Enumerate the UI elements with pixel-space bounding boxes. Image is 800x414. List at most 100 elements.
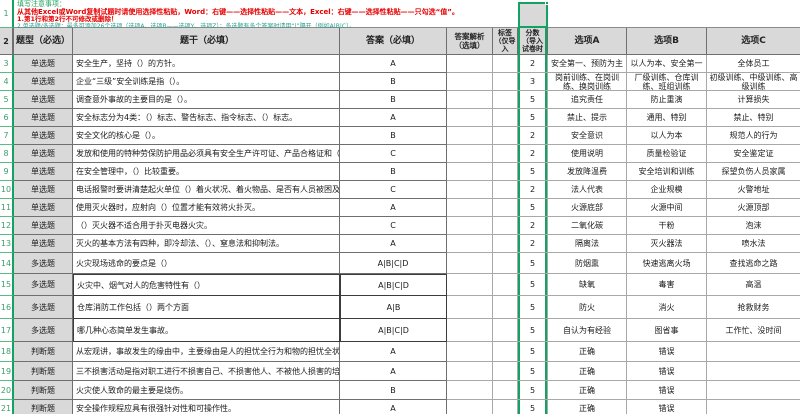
row-number[interactable]: 1 (0, 0, 14, 28)
cell-question-type[interactable]: 多选题 (14, 296, 73, 319)
cell-question-stem[interactable]: 灭火的基本方法有四种，即冷却法、（）、窒息法和抑制法。 (73, 235, 340, 253)
cell-question-stem[interactable]: 安全操作规程应具有很强针对性和可操作性。 (73, 400, 340, 414)
cell-answer[interactable]: A (340, 235, 447, 253)
cell-option-c[interactable]: 安全鉴定证 (707, 145, 800, 163)
cell-answer[interactable]: A|B|C|D (340, 319, 447, 342)
cell-option-b[interactable]: 快速逃离火场 (627, 253, 707, 274)
cell-option-b[interactable]: 消火 (627, 296, 707, 319)
cell-option-b[interactable]: 防止重演 (627, 91, 707, 109)
cell-question-type[interactable]: 多选题 (14, 274, 73, 296)
cell-option-b[interactable]: 厂级训练、仓库训练、班组训练 (627, 73, 707, 91)
cell-answer[interactable]: B (340, 163, 447, 181)
cell-option-c[interactable]: 计算损失 (707, 91, 800, 109)
cell-option-a[interactable]: 法人代表 (548, 181, 627, 199)
cell-option-b[interactable]: 企业规模 (627, 181, 707, 199)
row-number[interactable]: 2 (0, 28, 14, 55)
cell-tag[interactable] (493, 181, 518, 199)
cell-option-a[interactable]: 防烟熏 (548, 253, 627, 274)
cell-answer[interactable]: B (340, 127, 447, 145)
header-option-b[interactable]: 选项B (627, 28, 707, 55)
row-number[interactable]: 21 (0, 400, 14, 414)
cell-question-type[interactable]: 单选题 (14, 235, 73, 253)
header-question-stem[interactable]: 题干（必填） (73, 28, 340, 55)
cell-score-selected[interactable]: 5 (518, 362, 548, 381)
cell-option-b[interactable]: 错误 (627, 400, 707, 414)
header-answer[interactable]: 答案（必填） (340, 28, 447, 55)
cell-answer-analysis[interactable] (447, 274, 493, 296)
cell-answer-analysis[interactable] (447, 362, 493, 381)
cell-score-selected[interactable]: 2 (518, 217, 548, 235)
cell-question-type[interactable]: 多选题 (14, 319, 73, 342)
cell-answer[interactable]: A (340, 342, 447, 362)
cell-tag[interactable] (493, 342, 518, 362)
cell-answer-analysis[interactable] (447, 235, 493, 253)
cell-answer-analysis[interactable] (447, 181, 493, 199)
cell-tag[interactable] (493, 199, 518, 217)
cell-option-c[interactable]: 火警地址 (707, 181, 800, 199)
fill-instructions-cell[interactable]: 填写注意事项： 从其他Excel或Word复制试题时请使用选择性粘贴，Word：… (17, 0, 547, 28)
cell-tag[interactable] (493, 235, 518, 253)
row-number[interactable]: 15 (0, 274, 14, 296)
cell-option-b[interactable]: 错误 (627, 362, 707, 381)
cell-option-c[interactable]: 规范人的行为 (707, 127, 800, 145)
cell-answer-analysis[interactable] (447, 342, 493, 362)
cell-option-c[interactable]: 工作忙、没时间 (707, 319, 800, 342)
cell-option-b[interactable]: 以人为本、安全第一 (627, 55, 707, 73)
cell-option-c[interactable]: 火源顶部 (707, 199, 800, 217)
cell-score-selected[interactable]: 5 (518, 296, 548, 319)
cell-option-a[interactable]: 使用说明 (548, 145, 627, 163)
cell-option-a[interactable]: 自认为有经验 (548, 319, 627, 342)
cell-question-type[interactable]: 单选题 (14, 181, 73, 199)
cell-option-b[interactable]: 以人为本 (627, 127, 707, 145)
cell-option-b[interactable]: 干粉 (627, 217, 707, 235)
cell-tag[interactable] (493, 163, 518, 181)
cell-score-selected[interactable]: 2 (518, 55, 548, 73)
cell-question-type[interactable]: 单选题 (14, 163, 73, 181)
row-number[interactable]: 6 (0, 109, 14, 127)
cell-question-stem[interactable]: 发放和使用的特种劳保防护用品必须具有安全生产许可证、产品合格证和（）。 (73, 145, 340, 163)
cell-tag[interactable] (493, 109, 518, 127)
cell-score-selected[interactable]: 5 (518, 381, 548, 400)
cell-score-selected[interactable]: 5 (518, 91, 548, 109)
cell-option-c[interactable] (707, 342, 800, 362)
row-number[interactable]: 8 (0, 145, 14, 163)
cell-tag[interactable] (493, 217, 518, 235)
cell-option-b[interactable]: 火源中间 (627, 199, 707, 217)
cell-answer[interactable]: B (340, 381, 447, 400)
cell-score-selected[interactable]: 5 (518, 253, 548, 274)
cell-answer[interactable]: A (340, 199, 447, 217)
cell-option-a[interactable]: 缺氧 (548, 274, 627, 296)
cell-answer[interactable]: A|B|C|D (340, 253, 447, 274)
cell-score-selected[interactable]: 5 (518, 274, 548, 296)
cell-option-a[interactable]: 安全意识 (548, 127, 627, 145)
cell-question-stem[interactable]: 火灾中、烟气对人的危害特性有（） (73, 274, 340, 296)
header-score-selected[interactable]: 分数（导入试卷时 (518, 28, 548, 55)
cell-answer[interactable]: C (340, 145, 447, 163)
cell-question-type[interactable]: 多选题 (14, 253, 73, 274)
row-number[interactable]: 16 (0, 296, 14, 319)
cell-tag[interactable] (493, 381, 518, 400)
cell-answer[interactable]: A|B|C|D (340, 274, 447, 296)
cell-option-b[interactable]: 毒害 (627, 274, 707, 296)
cell-question-type[interactable]: 判断题 (14, 362, 73, 381)
cell-question-stem[interactable]: 安全生产，坚持（）的方针。 (73, 55, 340, 73)
header-tag[interactable]: 标签（仅导入 (493, 28, 518, 55)
cell-answer[interactable]: A (340, 400, 447, 414)
cell-tag[interactable] (493, 274, 518, 296)
cell-option-c[interactable]: 查找逃命之路 (707, 253, 800, 274)
cell-answer-analysis[interactable] (447, 296, 493, 319)
cell-question-type[interactable]: 单选题 (14, 217, 73, 235)
cell-tag[interactable] (493, 400, 518, 414)
row-number[interactable]: 17 (0, 319, 14, 342)
cell-option-b[interactable]: 错误 (627, 342, 707, 362)
cell-tag[interactable] (493, 362, 518, 381)
cell-answer-analysis[interactable] (447, 127, 493, 145)
cell-question-type[interactable]: 单选题 (14, 91, 73, 109)
row-number[interactable]: 11 (0, 199, 14, 217)
cell-option-b[interactable]: 灭火器法 (627, 235, 707, 253)
cell-score-selected[interactable]: 2 (518, 145, 548, 163)
cell-option-c[interactable]: 喷水法 (707, 235, 800, 253)
cell-answer-analysis[interactable] (447, 253, 493, 274)
header-answer-analysis[interactable]: 答案解析（选填） (447, 28, 493, 55)
cell-option-a[interactable]: 火源底部 (548, 199, 627, 217)
